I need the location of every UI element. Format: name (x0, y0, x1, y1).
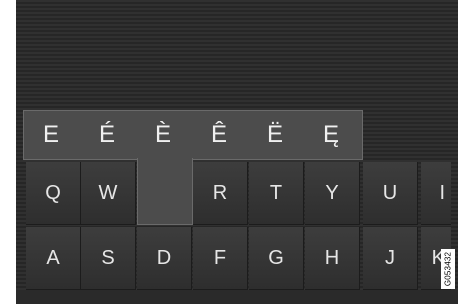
key-d[interactable]: D (137, 227, 192, 290)
accent-key-e-circumflex[interactable]: Ê (191, 110, 247, 160)
figure-id-text: G053432 (443, 251, 453, 287)
keyboard-screen: Q W E R T Y U I A S D F G H J K E É È Ê … (16, 0, 458, 304)
key-y[interactable]: Y (305, 162, 360, 225)
accent-key-e[interactable]: E (23, 110, 79, 160)
accent-popup-stem (137, 158, 193, 225)
keyboard-bottom-row (16, 290, 458, 304)
figure-id-label: G053432 (441, 249, 455, 289)
accent-key-e-diaeresis[interactable]: Ë (247, 110, 303, 160)
text-input-area (16, 0, 458, 110)
key-u[interactable]: U (363, 162, 418, 225)
key-w[interactable]: W (81, 162, 136, 225)
key-r[interactable]: R (193, 162, 248, 225)
accent-key-e-grave[interactable]: È (135, 110, 191, 160)
key-j[interactable]: J (363, 227, 418, 290)
key-a[interactable]: A (26, 227, 81, 290)
accent-key-e-ogonek[interactable]: Ę (303, 110, 359, 160)
key-h[interactable]: H (305, 227, 360, 290)
key-g[interactable]: G (249, 227, 304, 290)
key-i[interactable]: I (421, 162, 451, 225)
key-t[interactable]: T (249, 162, 304, 225)
key-f[interactable]: F (193, 227, 248, 290)
accent-key-e-acute[interactable]: É (79, 110, 135, 160)
key-s[interactable]: S (81, 227, 136, 290)
key-q[interactable]: Q (26, 162, 81, 225)
